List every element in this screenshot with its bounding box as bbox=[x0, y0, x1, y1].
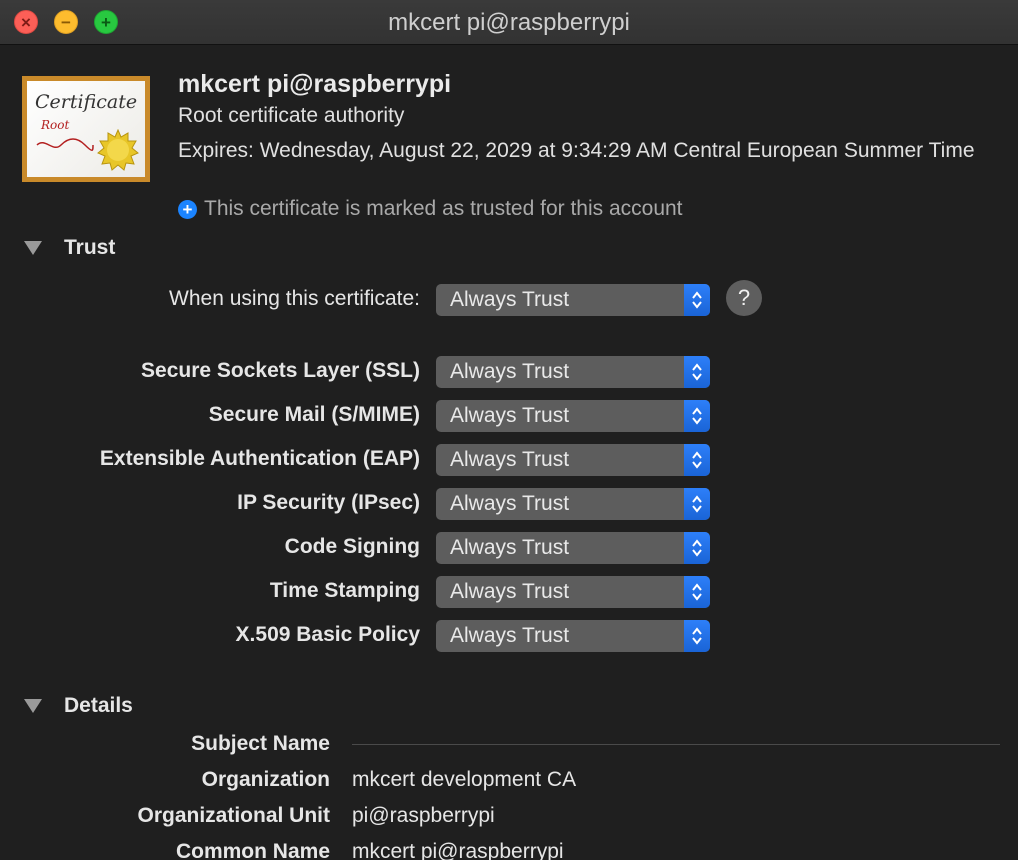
chevron-updown-icon bbox=[684, 620, 710, 652]
policy-popup-x509[interactable]: Always Trust bbox=[436, 620, 710, 652]
popup-value: Always Trust bbox=[450, 492, 570, 515]
certificate-word: Certificate bbox=[35, 91, 138, 113]
disclosure-triangle-icon[interactable] bbox=[24, 699, 42, 713]
policy-label-time-stamping: Time Stamping bbox=[269, 579, 420, 602]
policy-popup-ipsec[interactable]: Always Trust bbox=[436, 488, 710, 520]
popup-value: Always Trust bbox=[450, 360, 570, 383]
window-title: mkcert pi@raspberrypi bbox=[388, 9, 630, 36]
policy-label-ssl: Secure Sockets Layer (SSL) bbox=[141, 359, 420, 382]
details-section-label: Details bbox=[64, 694, 133, 717]
plus-circle-icon: + bbox=[178, 199, 197, 219]
when-using-label: When using this certificate: bbox=[169, 287, 420, 310]
certificate-root-word: Root bbox=[41, 118, 70, 132]
policy-popup-code-signing[interactable]: Always Trust bbox=[436, 532, 710, 564]
policy-popup-smime[interactable]: Always Trust bbox=[436, 400, 710, 432]
detail-value-common-name: mkcert pi@raspberrypi bbox=[352, 840, 564, 860]
policy-popup-time-stamping[interactable]: Always Trust bbox=[436, 576, 710, 608]
policy-popup-eap[interactable]: Always Trust bbox=[436, 444, 710, 476]
certificate-window: × − + mkcert pi@raspberrypi Certificate … bbox=[0, 0, 1018, 860]
subject-name-heading: Subject Name bbox=[191, 732, 330, 755]
swirl-icon bbox=[36, 138, 94, 151]
disclosure-triangle-icon[interactable] bbox=[24, 241, 42, 255]
policy-label-x509: X.509 Basic Policy bbox=[235, 623, 420, 646]
certificate-expiry: Expires: Wednesday, August 22, 2029 at 9… bbox=[178, 139, 975, 162]
policy-popup-ssl[interactable]: Always Trust bbox=[436, 356, 710, 388]
popup-value: Always Trust bbox=[450, 448, 570, 471]
trust-section-toggle[interactable]: Trust bbox=[24, 236, 115, 260]
policy-label-eap: Extensible Authentication (EAP) bbox=[99, 447, 420, 470]
trusted-status-text: This certificate is marked as trusted fo… bbox=[204, 197, 683, 220]
detail-value-organization: mkcert development CA bbox=[352, 768, 577, 791]
policy-label-code-signing: Code Signing bbox=[284, 535, 420, 558]
chevron-updown-icon bbox=[684, 444, 710, 476]
details-section-toggle[interactable]: Details bbox=[24, 694, 133, 718]
chevron-updown-icon bbox=[684, 356, 710, 388]
title-bar[interactable]: × − + mkcert pi@raspberrypi bbox=[0, 0, 1018, 45]
chevron-updown-icon bbox=[684, 532, 710, 564]
popup-value: Always Trust bbox=[450, 580, 570, 603]
policy-label-smime: Secure Mail (S/MIME) bbox=[208, 403, 420, 426]
detail-label-common-name: Common Name bbox=[175, 840, 330, 860]
trusted-status: + This certificate is marked as trusted … bbox=[178, 197, 683, 221]
policy-label-ipsec: IP Security (IPsec) bbox=[237, 491, 420, 514]
when-using-popup[interactable]: Always Trust bbox=[436, 284, 710, 316]
detail-value-organizational-unit: pi@raspberrypi bbox=[352, 804, 495, 827]
certificate-name: mkcert pi@raspberrypi bbox=[178, 70, 452, 98]
detail-label-organization: Organization bbox=[201, 768, 330, 791]
chevron-updown-icon bbox=[684, 284, 710, 316]
help-button[interactable]: ? bbox=[726, 280, 762, 316]
trust-section-label: Trust bbox=[64, 236, 116, 259]
chevron-updown-icon bbox=[684, 576, 710, 608]
chevron-updown-icon bbox=[684, 488, 710, 520]
popup-value: Always Trust bbox=[450, 536, 570, 559]
popup-value: Always Trust bbox=[450, 288, 570, 311]
certificate-icon: Certificate Root bbox=[22, 76, 150, 182]
divider bbox=[352, 744, 1000, 745]
popup-value: Always Trust bbox=[450, 404, 570, 427]
detail-label-organizational-unit: Organizational Unit bbox=[137, 804, 330, 827]
popup-value: Always Trust bbox=[450, 624, 570, 647]
chevron-updown-icon bbox=[684, 400, 710, 432]
gold-seal-icon bbox=[97, 129, 139, 171]
certificate-paper: Certificate Root bbox=[27, 81, 145, 177]
certificate-kind: Root certificate authority bbox=[178, 104, 405, 127]
